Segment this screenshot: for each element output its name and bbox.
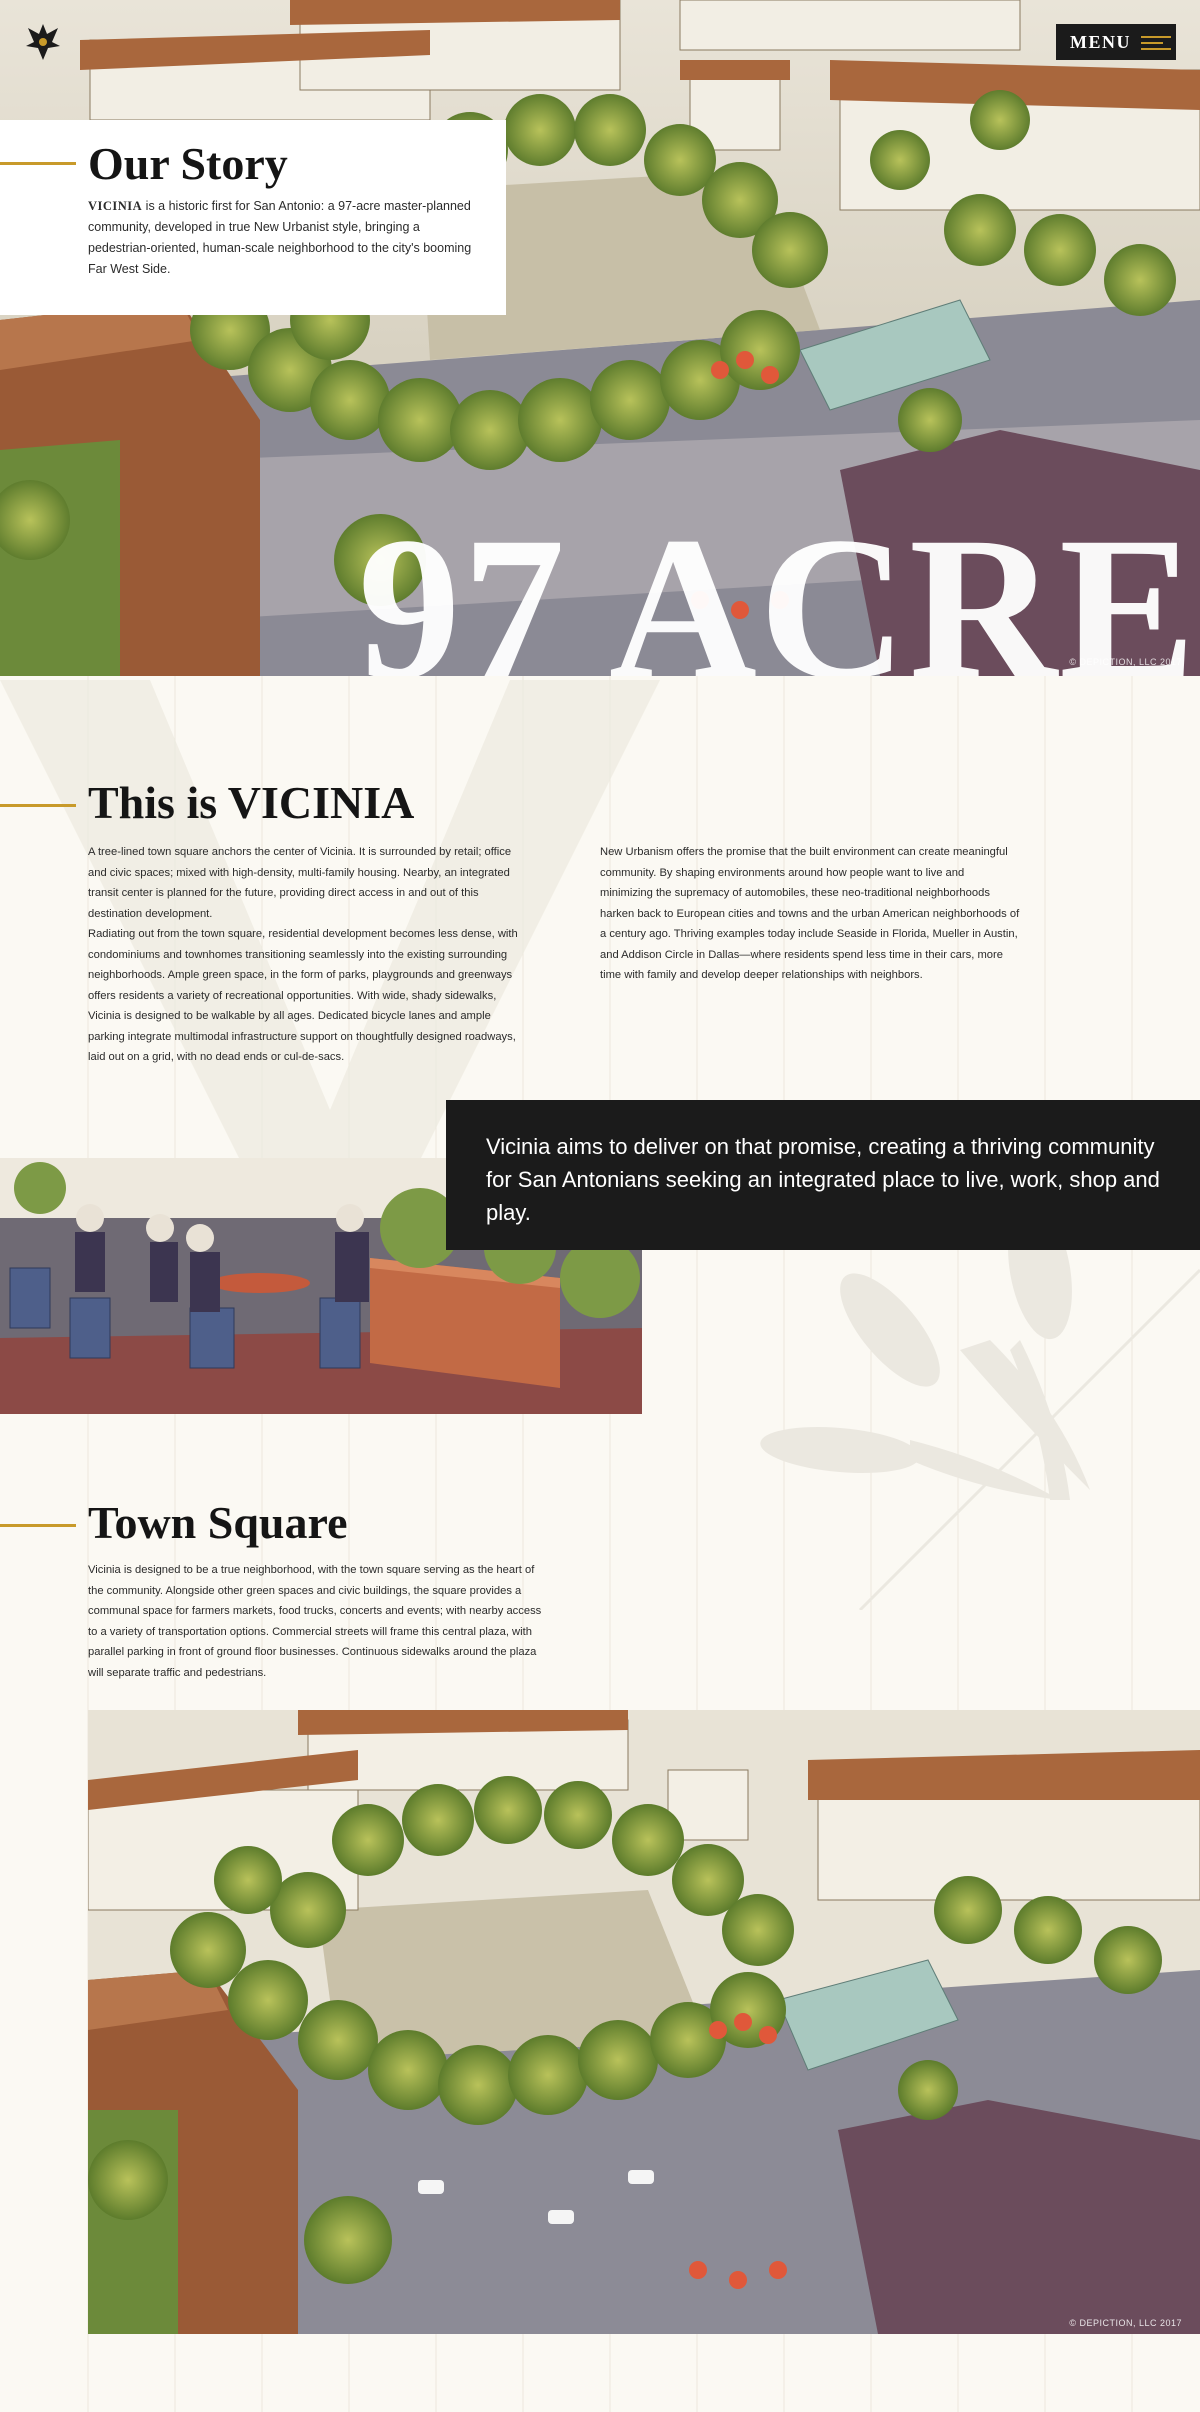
hamburger-icon <box>1141 35 1171 50</box>
town-square-title: Town Square <box>88 1497 348 1548</box>
menu-label: MENU <box>1070 31 1131 52</box>
brand-name: VICINIA <box>88 199 143 214</box>
paragraph: New Urbanism offers the promise that the… <box>600 846 1020 981</box>
our-story-title: Our Story <box>88 138 288 189</box>
vicinia-quote-callout: Vicinia aims to deliver on that promise,… <box>446 1100 1200 1250</box>
corn-illustration-icon <box>760 1200 1200 1610</box>
acres-headline: 97 ACRES <box>358 495 1200 676</box>
section-accent-line <box>0 162 76 165</box>
our-story-text: VICINIA is a historic first for San Anto… <box>88 199 472 277</box>
this-is-vicinia-column-2: New Urbanism offers the promise that the… <box>600 842 1020 986</box>
section-accent-line <box>0 1524 76 1527</box>
town-square-text: Vicinia is designed to be a true neighbo… <box>88 1560 550 1683</box>
image-copyright: © DEPICTION, LLC 2017 <box>1069 657 1182 667</box>
town-square-aerial-illustration <box>88 1710 1200 2334</box>
hero-section: MENU Our Story VICINIA is a historic fir… <box>0 0 1200 676</box>
paragraph: A tree-lined town square anchors the cen… <box>88 846 512 920</box>
menu-button[interactable]: MENU <box>1056 24 1176 60</box>
our-story-card: Our Story VICINIA is a historic first fo… <box>0 120 506 315</box>
paragraph: Vicinia is designed to be a true neighbo… <box>88 1564 542 1679</box>
section-accent-line <box>0 804 76 807</box>
paragraph: Radiating out from the town square, resi… <box>88 928 518 1063</box>
this-is-vicinia-title: This is VICINIA <box>88 777 415 828</box>
this-is-vicinia-column-1: A tree-lined town square anchors the cen… <box>88 842 528 1068</box>
image-copyright: © DEPICTION, LLC 2017 <box>1069 2318 1182 2328</box>
vicinia-crest-icon[interactable] <box>22 20 64 62</box>
